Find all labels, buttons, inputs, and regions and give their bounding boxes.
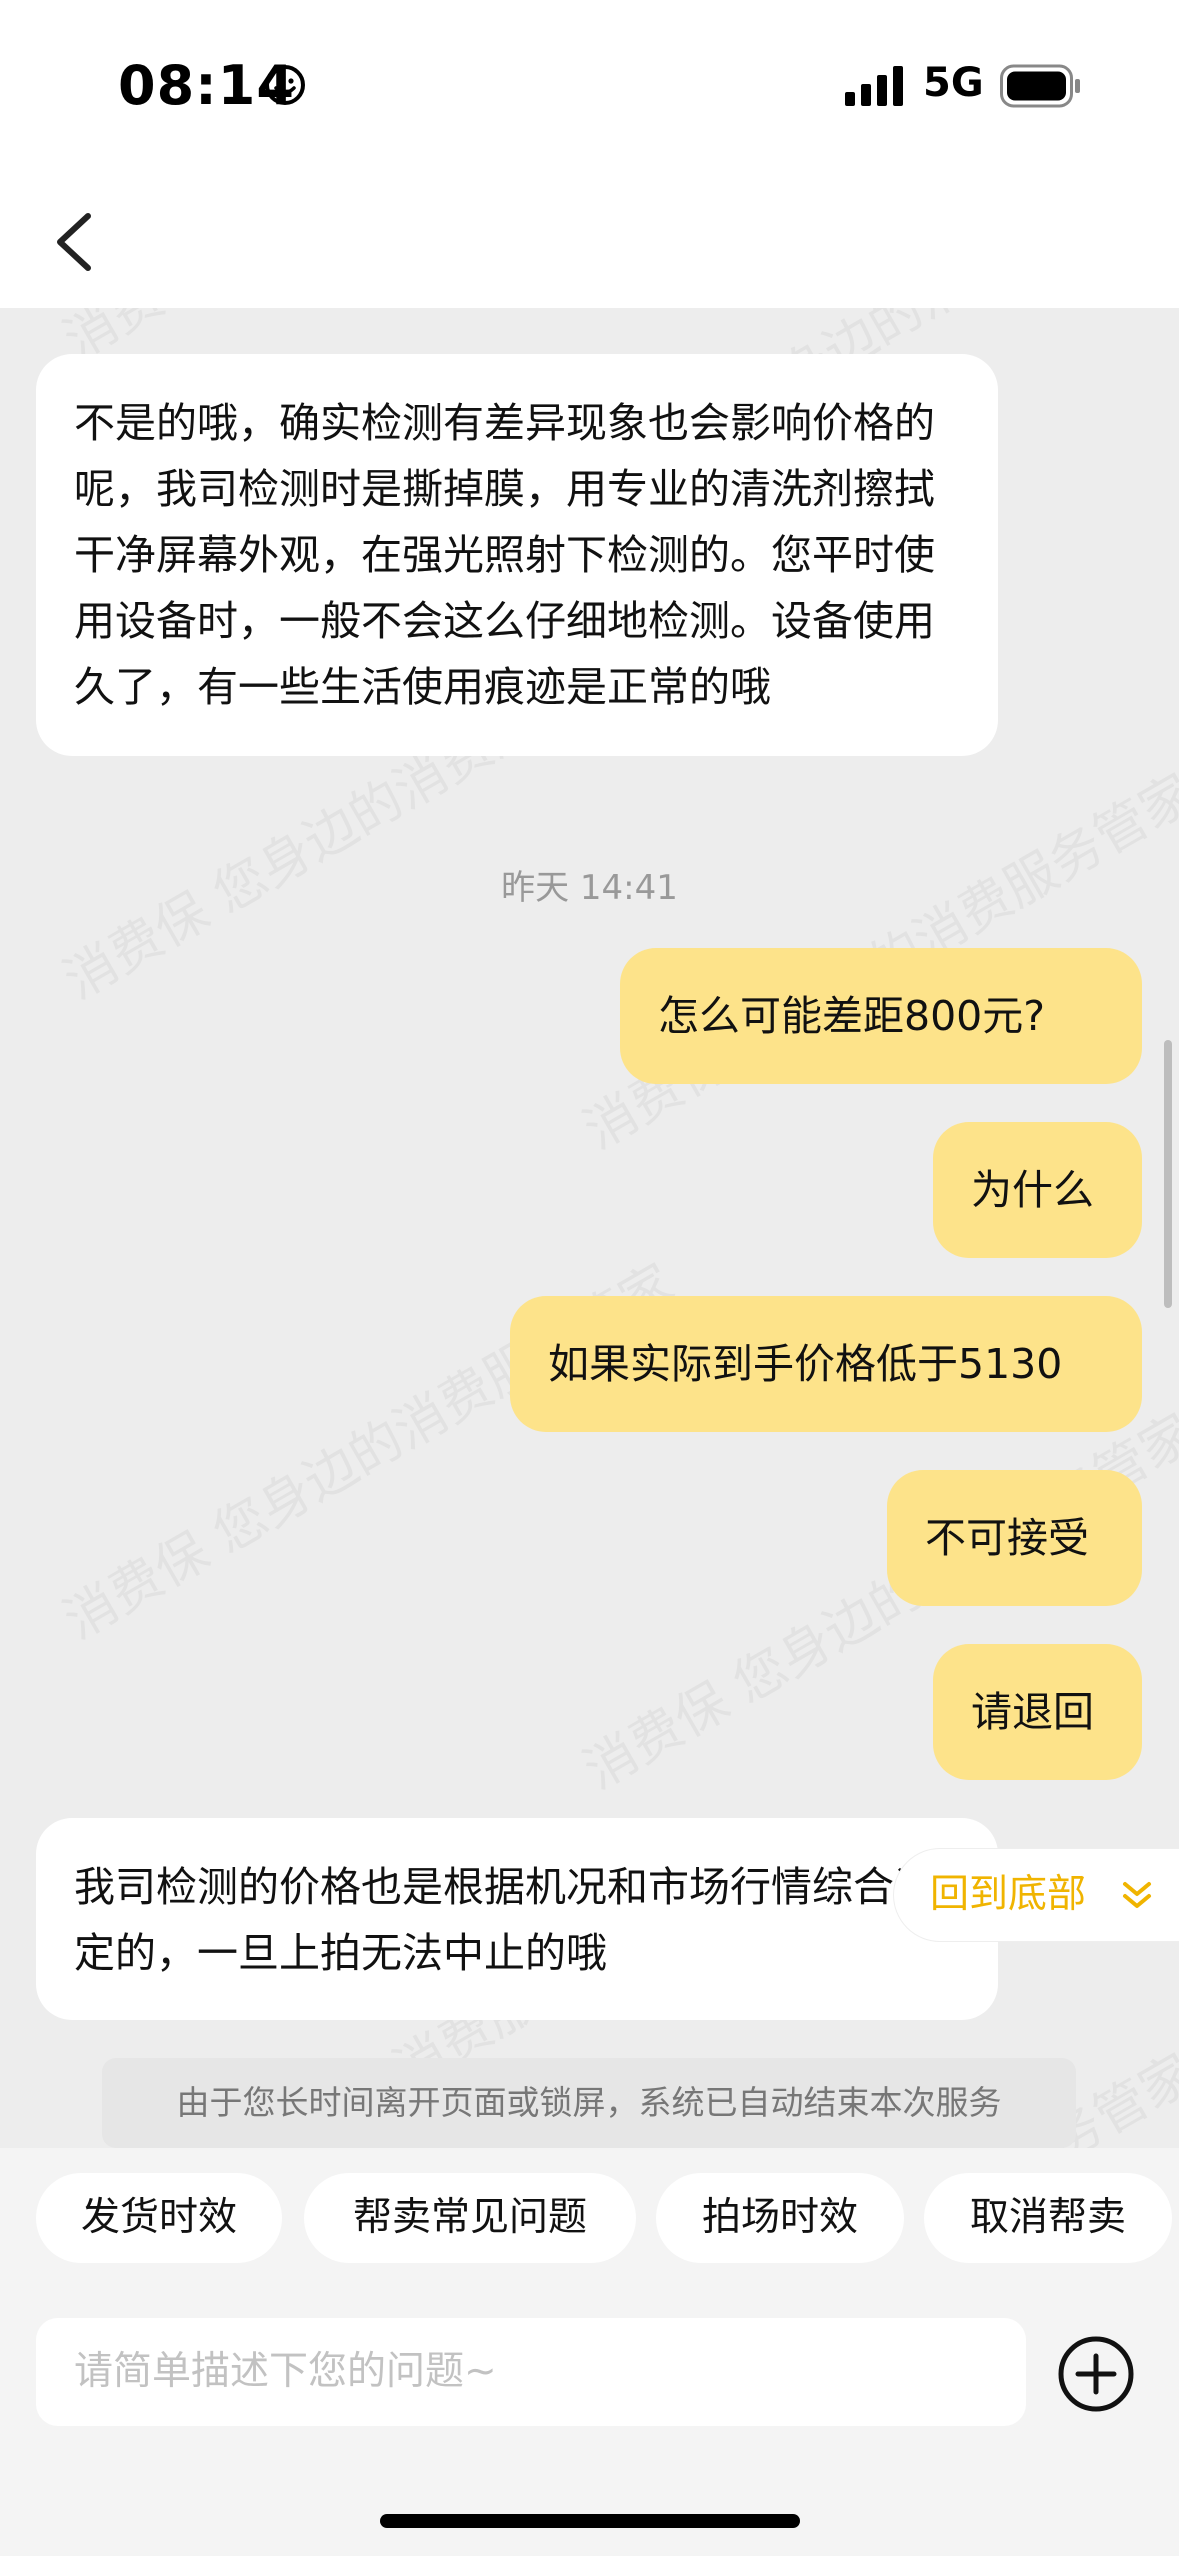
signal-icon [845, 66, 903, 106]
network-type: 5G [923, 60, 984, 106]
chip-auction-time[interactable]: 拍场时效 [656, 2173, 904, 2263]
chat-screen: 消费保 您身边的消费服务管家 消费保 您身边的消费服务管家 消费保 您身边的消费… [0, 0, 1179, 2556]
message-input[interactable] [36, 2318, 1026, 2426]
message-bubble-right: 请退回 [933, 1644, 1142, 1780]
back-to-bottom-label: 回到底部 [930, 1872, 1087, 1917]
back-to-bottom-button[interactable]: 回到底部 [893, 1848, 1179, 1942]
scrollbar-thumb[interactable] [1164, 1040, 1172, 1308]
battery-icon [1000, 64, 1080, 108]
system-notice: 由于您长时间离开页面或锁屏，系统已自动结束本次服务 [102, 2058, 1076, 2148]
smiley-icon [265, 65, 305, 105]
message-bubble-right: 不可接受 [887, 1470, 1142, 1606]
message-bubble-left: 不是的哦，确实检测有差异现象也会影响价格的呢，我司检测时是撕掉膜，用专业的清洗剂… [36, 354, 998, 756]
home-indicator [380, 2514, 800, 2528]
plus-circle-icon[interactable] [1056, 2334, 1136, 2414]
chip-faq[interactable]: 帮卖常见问题 [304, 2173, 636, 2263]
message-timestamp: 昨天 14:41 [501, 868, 678, 908]
quick-replies: 发货时效 帮卖常见问题 拍场时效 取消帮卖 [0, 2173, 1179, 2263]
message-bubble-left: 我司检测的价格也是根据机况和市场行情综合评定的，一旦上拍无法中止的哦 [36, 1818, 998, 2020]
message-bubble-right: 为什么 [933, 1122, 1142, 1258]
message-bubble-right: 如果实际到手价格低于5130 [510, 1296, 1142, 1432]
chip-shipping-time[interactable]: 发货时效 [36, 2173, 282, 2263]
message-bubble-right: 怎么可能差距800元? [620, 948, 1142, 1084]
double-chevron-down-icon [1123, 1882, 1151, 1908]
chip-cancel-sale[interactable]: 取消帮卖 [924, 2173, 1172, 2263]
header: 08:14 5G [0, 0, 1179, 308]
back-arrow-icon[interactable] [50, 210, 100, 274]
composer-area: 发货时效 帮卖常见问题 拍场时效 取消帮卖 [0, 2148, 1179, 2556]
